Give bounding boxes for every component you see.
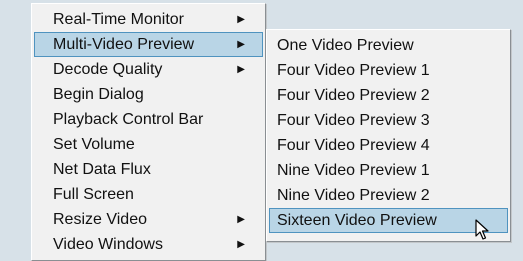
menu-item-label: Set Volume — [53, 136, 135, 153]
submenu-item-one-video-preview[interactable]: One Video Preview — [269, 33, 508, 58]
menu-item-label: Resize Video — [53, 211, 147, 228]
menu-item-label: Real-Time Monitor — [53, 11, 184, 28]
submenu-arrow-icon: ▶ — [237, 39, 245, 50]
menu-item-label: Four Video Preview 1 — [277, 62, 430, 79]
submenu-item-nine-video-preview-1[interactable]: Nine Video Preview 1 — [269, 158, 508, 183]
menu-item-label: Playback Control Bar — [53, 111, 204, 128]
submenu-item-four-video-preview-4[interactable]: Four Video Preview 4 — [269, 133, 508, 158]
menu-item-label: Decode Quality — [53, 61, 163, 78]
menu-item-multi-video-preview[interactable]: Multi-Video Preview ▶ — [34, 32, 263, 57]
submenu-item-nine-video-preview-2[interactable]: Nine Video Preview 2 — [269, 183, 508, 208]
submenu-arrow-icon: ▶ — [237, 239, 245, 250]
menu-item-full-screen[interactable]: Full Screen — [34, 182, 263, 207]
menu-item-label: Multi-Video Preview — [53, 36, 195, 53]
menu-item-label: Begin Dialog — [53, 86, 144, 103]
menu-item-label: Nine Video Preview 1 — [277, 162, 430, 179]
menu-item-net-data-flux[interactable]: Net Data Flux — [34, 157, 263, 182]
menu-item-set-volume[interactable]: Set Volume — [34, 132, 263, 157]
menu-item-label: Four Video Preview 4 — [277, 137, 430, 154]
submenu-arrow-icon: ▶ — [237, 14, 245, 25]
menu-item-label: Net Data Flux — [53, 161, 151, 178]
menu-item-label: Video Windows — [53, 236, 163, 253]
submenu-arrow-icon: ▶ — [237, 214, 245, 225]
menu-item-label: Four Video Preview 2 — [277, 87, 430, 104]
menu-item-begin-dialog[interactable]: Begin Dialog — [34, 82, 263, 107]
menu-item-decode-quality[interactable]: Decode Quality ▶ — [34, 57, 263, 82]
menu-item-video-windows[interactable]: Video Windows ▶ — [34, 232, 263, 257]
submenu-item-sixteen-video-preview[interactable]: Sixteen Video Preview — [269, 208, 508, 233]
menu-item-resize-video[interactable]: Resize Video ▶ — [34, 207, 263, 232]
context-menu: Real-Time Monitor ▶ Multi-Video Preview … — [31, 3, 266, 261]
menu-item-real-time-monitor[interactable]: Real-Time Monitor ▶ — [34, 7, 263, 32]
submenu-item-four-video-preview-2[interactable]: Four Video Preview 2 — [269, 83, 508, 108]
submenu-item-four-video-preview-3[interactable]: Four Video Preview 3 — [269, 108, 508, 133]
menu-item-label: Sixteen Video Preview — [277, 212, 437, 229]
menu-item-playback-control-bar[interactable]: Playback Control Bar — [34, 107, 263, 132]
menu-item-label: One Video Preview — [277, 37, 414, 54]
menu-item-label: Full Screen — [53, 186, 134, 203]
menu-item-label: Four Video Preview 3 — [277, 112, 430, 129]
menu-item-label: Nine Video Preview 2 — [277, 187, 430, 204]
submenu-arrow-icon: ▶ — [237, 64, 245, 75]
mouse-pointer-icon — [475, 219, 489, 240]
multi-video-preview-submenu: One Video Preview Four Video Preview 1 F… — [266, 29, 511, 242]
submenu-item-four-video-preview-1[interactable]: Four Video Preview 1 — [269, 58, 508, 83]
